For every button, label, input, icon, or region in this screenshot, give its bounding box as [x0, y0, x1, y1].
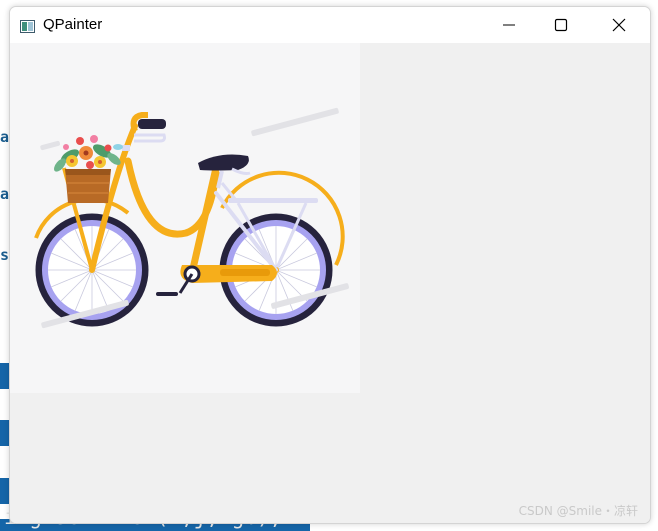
maximize-button[interactable]: [538, 7, 584, 43]
window-title: QPainter: [43, 16, 103, 33]
close-button[interactable]: [596, 7, 642, 43]
handlebar: [122, 112, 166, 151]
close-icon: [612, 18, 626, 32]
paint-canvas: CSDN @Smile・凉轩: [10, 43, 650, 523]
editor-fragment: a: [0, 128, 10, 146]
minimize-icon: [503, 24, 515, 26]
editor-fragment: a: [0, 185, 10, 203]
app-icon: [20, 18, 35, 33]
maximize-icon: [554, 18, 568, 32]
title-bar[interactable]: QPainter: [10, 7, 650, 43]
qpainter-window[interactable]: QPainter CSDN @Smile・凉轩: [9, 6, 651, 524]
csdn-watermark: CSDN @Smile・凉轩: [518, 504, 638, 518]
bicycle-illustration: [34, 107, 349, 329]
minimize-button[interactable]: [486, 7, 532, 43]
bicycle-image: [10, 43, 360, 393]
editor-fragment: s: [0, 246, 10, 264]
